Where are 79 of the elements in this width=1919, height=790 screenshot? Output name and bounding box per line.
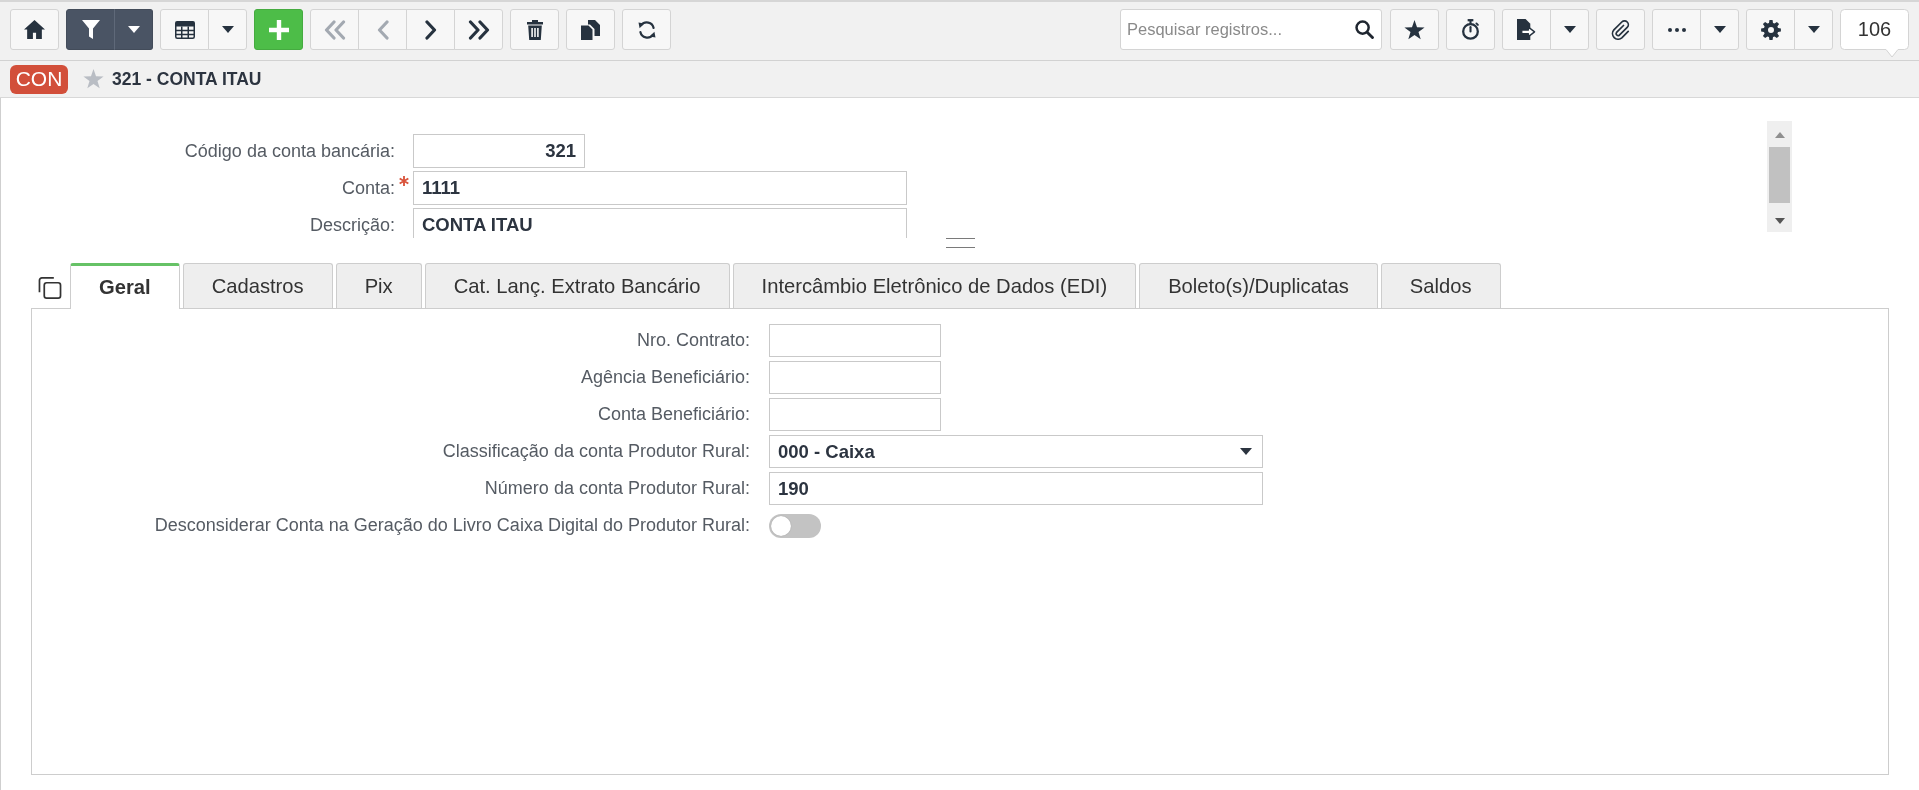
text-field[interactable] bbox=[769, 324, 941, 357]
caret-down-icon bbox=[1713, 26, 1726, 33]
chevron-right-icon bbox=[424, 19, 437, 40]
refresh-icon bbox=[636, 19, 657, 40]
duplicate-button[interactable] bbox=[566, 9, 615, 50]
star-icon[interactable] bbox=[83, 69, 104, 89]
copy-icon[interactable] bbox=[38, 276, 62, 299]
export-button[interactable] bbox=[1502, 9, 1551, 50]
search-icon bbox=[1355, 20, 1374, 39]
home-button[interactable] bbox=[10, 9, 59, 50]
caret-down-icon bbox=[127, 26, 140, 33]
trash-icon bbox=[526, 19, 543, 40]
refresh-button[interactable] bbox=[622, 9, 671, 50]
tab[interactable]: Boleto(s)/Duplicatas bbox=[1139, 263, 1378, 308]
caret-down-icon bbox=[1563, 26, 1576, 33]
filter-button[interactable] bbox=[66, 9, 115, 50]
caret-down-icon bbox=[1807, 26, 1820, 33]
chevron-left-icon bbox=[376, 19, 389, 40]
settings-button[interactable] bbox=[1746, 9, 1795, 50]
text-field[interactable]: 190 bbox=[769, 472, 1263, 505]
splitter-handle[interactable] bbox=[945, 238, 975, 248]
export-dropdown-button[interactable] bbox=[1550, 9, 1589, 50]
field-label: Conta: bbox=[340, 177, 395, 199]
toggle-switch[interactable] bbox=[769, 513, 821, 538]
number-field[interactable]: 321 bbox=[413, 134, 585, 168]
tab[interactable]: Cat. Lanç. Extrato Bancário bbox=[424, 263, 730, 308]
home-icon bbox=[24, 20, 45, 39]
text-field[interactable] bbox=[769, 361, 941, 394]
field-label: Desconsiderar Conta na Geração do Livro Caixa Digital do Produtor Rural: bbox=[154, 515, 750, 536]
table-view-button[interactable] bbox=[160, 9, 209, 50]
scrollbar-thumb[interactable] bbox=[1769, 147, 1790, 203]
timer-button[interactable] bbox=[1446, 9, 1495, 50]
caret-down-icon bbox=[221, 26, 234, 33]
caret-down-icon bbox=[1240, 448, 1252, 455]
text-field[interactable] bbox=[769, 398, 941, 431]
field-label: Descrição: bbox=[308, 214, 395, 236]
module-badge: CON bbox=[10, 64, 68, 94]
filter-dropdown-button[interactable] bbox=[114, 9, 153, 50]
star-icon bbox=[1404, 19, 1425, 40]
tab[interactable]: Pix bbox=[335, 263, 422, 308]
table-view-dropdown-button[interactable] bbox=[208, 9, 247, 50]
tab[interactable]: Geral bbox=[70, 263, 180, 309]
last-record-button[interactable] bbox=[454, 9, 503, 50]
caret-down-icon[interactable] bbox=[1774, 218, 1785, 224]
attach-button[interactable] bbox=[1596, 9, 1645, 50]
table-icon bbox=[174, 20, 195, 39]
paperclip-icon bbox=[1610, 19, 1631, 40]
text-field[interactable]: 1111 bbox=[413, 171, 907, 205]
field-label: Código da conta bancária: bbox=[183, 140, 395, 162]
double-chevron-right-icon bbox=[467, 19, 490, 40]
field-label: Agência Beneficiário: bbox=[580, 367, 750, 388]
tab[interactable]: Saldos bbox=[1380, 263, 1501, 308]
field-label: Classificação da conta Produtor Rural: bbox=[442, 441, 750, 462]
field-label: Número da conta Produtor Rural: bbox=[484, 478, 750, 499]
field-label: Conta Beneficiário: bbox=[597, 404, 750, 425]
record-count: 106 bbox=[1840, 9, 1909, 59]
dropdown-field[interactable]: 000 - Caixa bbox=[769, 435, 1263, 468]
field-label: Nro. Contrato: bbox=[636, 330, 750, 351]
search-field[interactable]: Pesquisar registros... bbox=[1120, 9, 1382, 50]
copy-icon bbox=[581, 19, 600, 40]
funnel-icon bbox=[81, 20, 100, 39]
ellipsis-icon bbox=[1667, 27, 1686, 32]
delete-button[interactable] bbox=[510, 9, 559, 50]
double-chevron-left-icon bbox=[323, 19, 346, 40]
tab[interactable]: Cadastros bbox=[182, 263, 333, 308]
text-field[interactable]: CONTA ITAU bbox=[413, 208, 907, 238]
favorites-button[interactable] bbox=[1390, 9, 1439, 50]
tab[interactable]: Intercâmbio Eletrônico de Dados (EDI) bbox=[732, 263, 1137, 308]
plus-icon bbox=[268, 19, 289, 40]
settings-icon bbox=[1760, 19, 1781, 40]
file-export-icon bbox=[1517, 19, 1536, 40]
next-record-button[interactable] bbox=[406, 9, 455, 50]
stopwatch-icon bbox=[1461, 19, 1480, 40]
settings-dropdown-button[interactable] bbox=[1794, 9, 1833, 50]
scrollbar[interactable] bbox=[1767, 121, 1792, 232]
more-dropdown-button[interactable] bbox=[1700, 9, 1739, 50]
record-title: 321 - CONTA ITAU bbox=[112, 68, 262, 90]
caret-up-icon[interactable] bbox=[1774, 132, 1785, 138]
add-button[interactable] bbox=[254, 9, 303, 50]
